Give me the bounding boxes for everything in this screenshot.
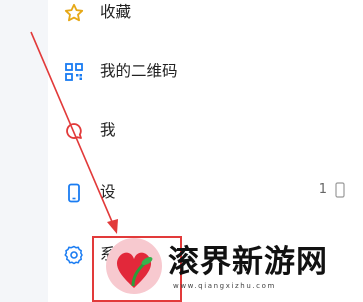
watermark-text: 滚界新游网 — [168, 244, 328, 280]
sidebar-strip — [0, 0, 48, 302]
mini-phone-icon — [335, 182, 345, 198]
menu-label-me: 我 — [100, 121, 116, 139]
menu-label-device: 设 — [100, 183, 116, 201]
watermark-url: www.qiangxizhu.com — [173, 282, 276, 290]
watermark-logo — [106, 238, 162, 294]
gear-icon — [64, 245, 83, 265]
menu-item-me[interactable]: 我 — [48, 110, 363, 150]
phone-icon — [68, 183, 80, 203]
chat-bubble-icon — [66, 123, 82, 139]
watermark: 滚界新游网 www.qiangxizhu.com — [103, 230, 363, 302]
menu-item-device[interactable]: 设 1 — [48, 172, 363, 212]
menu-label-qrcode: 我的二维码 — [100, 62, 178, 80]
qrcode-icon — [65, 63, 83, 81]
menu-label-favorites: 收藏 — [100, 3, 132, 21]
device-count: 1 — [318, 182, 327, 197]
star-icon — [64, 3, 84, 22]
menu-item-qrcode[interactable]: 我的二维码 — [48, 51, 363, 91]
menu-item-favorites[interactable]: 收藏 — [48, 0, 363, 32]
